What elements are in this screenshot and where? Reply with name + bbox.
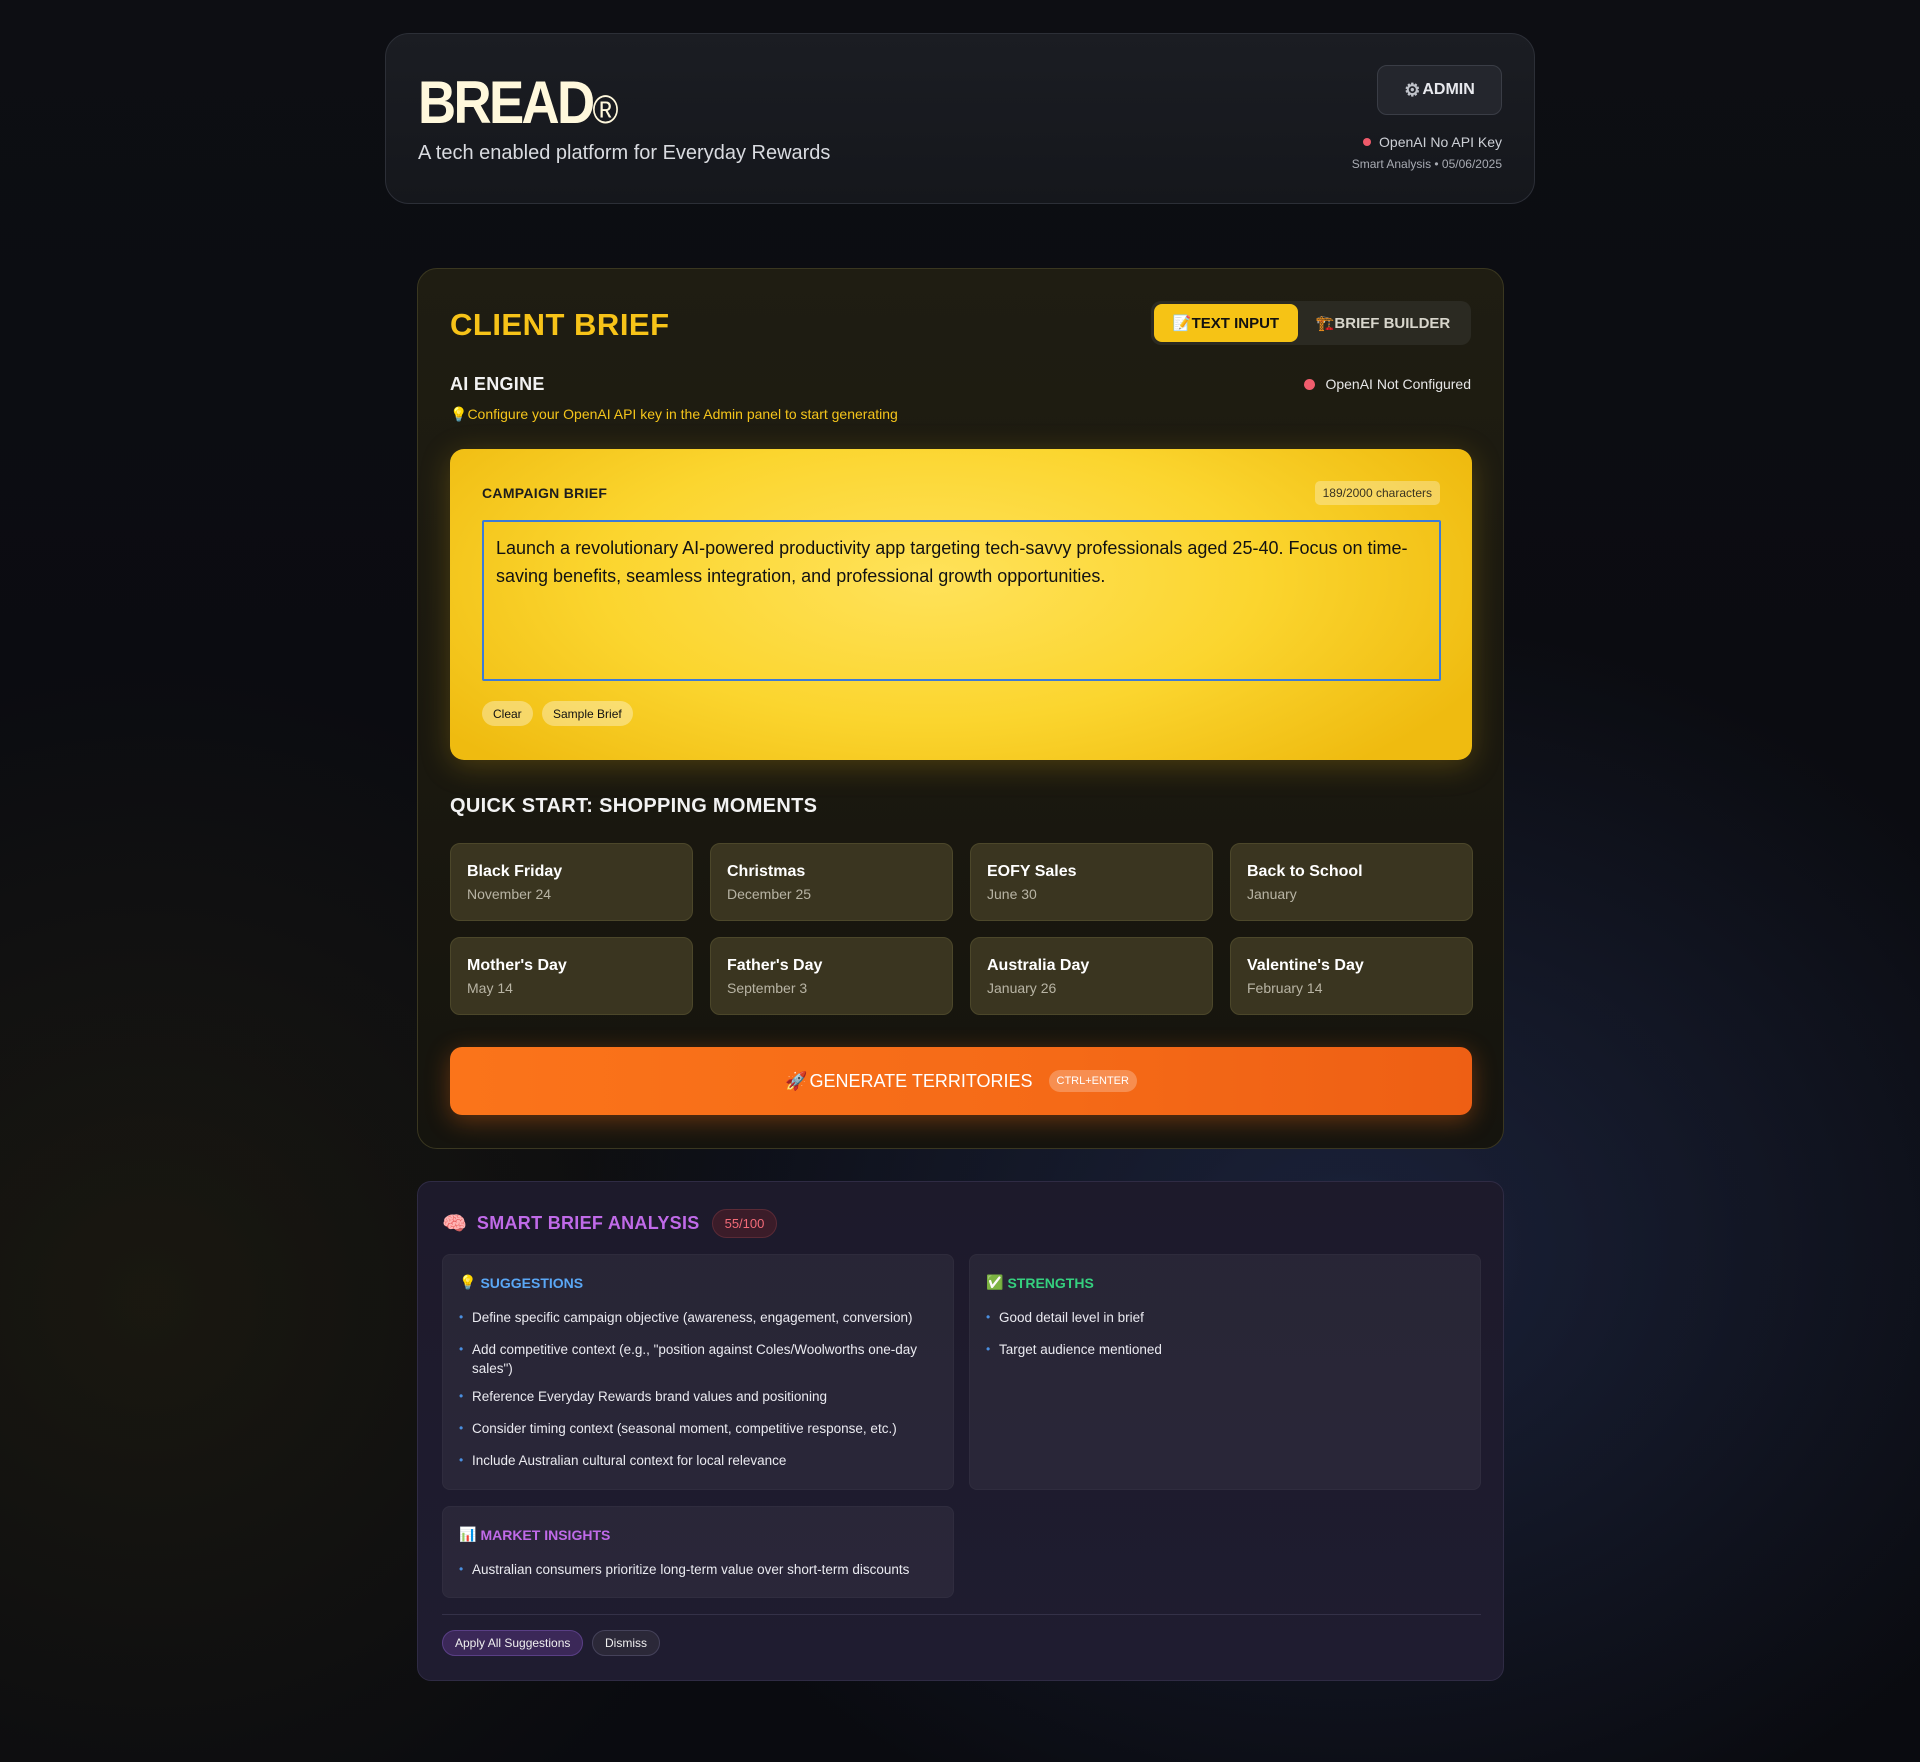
dismiss-button[interactable]: Dismiss [592,1630,660,1656]
check-icon: ✅ [986,1274,1004,1290]
list-item: Add competitive context (e.g., "position… [459,1340,937,1378]
moment-card[interactable]: EOFY Sales June 30 [970,843,1213,921]
input-mode-toggle: 📝 TEXT INPUT 🏗️ BRIEF BUILDER [1151,301,1471,345]
smart-brief-analysis-panel: 🧠 SMART BRIEF ANALYSIS 55/100 💡 SUGGESTIO… [417,1181,1504,1681]
suggestions-title: 💡 SUGGESTIONS [459,1274,583,1291]
sample-brief-button[interactable]: Sample Brief [542,701,633,726]
suggestions-list: Define specific campaign objective (awar… [459,1308,937,1483]
moment-date: September 3 [727,980,808,996]
status-dot-icon [1304,378,1316,390]
market-insights-title: 📊 MARKET INSIGHTS [459,1526,610,1543]
strengths-title: ✅ STRENGTHS [986,1274,1094,1291]
list-item: Australian consumers prioritize long-ter… [459,1560,937,1579]
tab-text-input-label: TEXT INPUT [1191,314,1280,332]
moment-name: Mother's Day [467,957,567,974]
registered-mark: ® [592,88,619,132]
campaign-brief-card: CAMPAIGN BRIEF 189/2000 characters Launc… [450,449,1472,760]
memo-icon: 📝 [1172,315,1192,332]
list-item: Reference Everyday Rewards brand values … [459,1387,937,1406]
moment-date: December 25 [727,886,812,902]
campaign-brief-textarea[interactable]: Launch a revolutionary AI-powered produc… [482,520,1441,681]
keyboard-shortcut-badge: CTRL+ENTER [1048,1070,1137,1092]
apply-all-suggestions-button[interactable]: Apply All Suggestions [442,1630,584,1656]
moment-card[interactable]: Mother's Day May 14 [450,937,693,1015]
list-item: Include Australian cultural context for … [459,1451,937,1470]
moment-name: Christmas [727,863,806,880]
moment-name: Valentine's Day [1247,957,1364,974]
ai-status-text: OpenAI Not Configured [1325,376,1471,392]
strengths-card: ✅STRENGTHS Good detail level in brief Ta… [969,1254,1481,1490]
brain-icon: 🧠 [442,1213,467,1235]
moment-date: June 30 [987,886,1037,902]
lightbulb-icon: 💡 [459,1274,477,1290]
smart-analysis-date: Smart Analysis • 05/06/2025 [1351,157,1502,171]
tab-text-input[interactable]: 📝 TEXT INPUT [1154,304,1298,342]
quick-start-title: QUICK START: SHOPPING MOMENTS [450,795,818,817]
score-badge: 55/100 [711,1209,778,1238]
ai-config-hint: 💡Configure your OpenAI API key in the Ad… [450,406,898,423]
moment-date: January 26 [987,980,1057,996]
generate-label: 🚀 GENERATE TERRITORIES [785,1071,1032,1092]
moment-card[interactable]: Father's Day September 3 [710,937,953,1015]
moment-date: January [1247,886,1297,902]
market-insights-card: 📊MARKET INSIGHTS Australian consumers pr… [442,1506,954,1598]
generate-territories-button[interactable]: 🚀 GENERATE TERRITORIES CTRL+ENTER [450,1047,1472,1115]
suggestions-card: 💡SUGGESTIONS Define specific campaign ob… [442,1254,954,1490]
moment-date: February 14 [1247,980,1323,996]
tab-brief-builder-label: BRIEF BUILDER [1334,314,1451,332]
shopping-moments-grid: Black Friday November 24 Christmas Decembe… [450,843,1473,1015]
app-header: BREAD® A tech enabled platform for Every… [385,33,1535,204]
moment-card[interactable]: Back to School January [1230,843,1473,921]
api-status-text: OpenAI No API Key [1379,134,1502,150]
moment-card[interactable]: Christmas December 25 [710,843,953,921]
analysis-header: 🧠 SMART BRIEF ANALYSIS 55/100 [442,1209,778,1238]
moment-name: EOFY Sales [987,863,1077,880]
moment-name: Father's Day [727,957,823,974]
campaign-brief-label: CAMPAIGN BRIEF [482,485,608,501]
admin-label: ADMIN [1422,81,1475,98]
list-item: Consider timing context (seasonal moment… [459,1419,937,1438]
list-item: Good detail level in brief [986,1308,1464,1327]
ai-hint-text: Configure your OpenAI API key in the Adm… [467,406,898,422]
generate-text: GENERATE TERRITORIES [809,1070,1033,1091]
ai-status: OpenAI Not Configured [1304,376,1471,392]
moment-name: Black Friday [467,863,563,880]
moment-name: Australia Day [987,957,1090,974]
moment-date: November 24 [467,886,552,902]
moment-name: Back to School [1247,863,1363,880]
brand-logo: BREAD® [418,68,618,137]
status-dot-icon [1363,138,1372,146]
construction-icon: 🏗️ [1315,315,1335,332]
client-brief-panel: CLIENT BRIEF 📝 TEXT INPUT 🏗️ BRIEF BUILD… [417,268,1504,1149]
analysis-title: SMART BRIEF ANALYSIS [476,1213,700,1233]
market-insights-label: MARKET INSIGHTS [480,1526,611,1543]
lightbulb-icon: 💡 [450,406,468,422]
gear-icon: ⚙ [1404,79,1421,100]
tagline: A tech enabled platform for Everyday Rew… [418,142,831,164]
rocket-icon: 🚀 [785,1070,808,1091]
strengths-label: STRENGTHS [1007,1274,1094,1291]
admin-button[interactable]: ⚙ ADMIN [1377,65,1502,115]
character-count: 189/2000 characters [1314,481,1440,505]
api-status: OpenAI No API Key [1363,134,1502,150]
moment-date: May 14 [467,980,513,996]
divider [442,1614,1481,1615]
ai-engine-label: AI ENGINE [450,374,545,394]
moment-card[interactable]: Valentine's Day February 14 [1230,937,1473,1015]
logo-text: BREAD [418,69,595,136]
list-item: Define specific campaign objective (awar… [459,1308,937,1327]
bar-chart-icon: 📊 [459,1526,477,1542]
list-item: Target audience mentioned [986,1340,1464,1359]
strengths-list: Good detail level in brief Target audien… [986,1308,1464,1372]
client-brief-title: CLIENT BRIEF [450,307,670,342]
tab-brief-builder[interactable]: 🏗️ BRIEF BUILDER [1298,304,1468,342]
suggestions-label: SUGGESTIONS [480,1274,584,1291]
market-insights-list: Australian consumers prioritize long-ter… [459,1560,937,1592]
moment-card[interactable]: Black Friday November 24 [450,843,693,921]
moment-card[interactable]: Australia Day January 26 [970,937,1213,1015]
clear-button[interactable]: Clear [482,701,533,726]
